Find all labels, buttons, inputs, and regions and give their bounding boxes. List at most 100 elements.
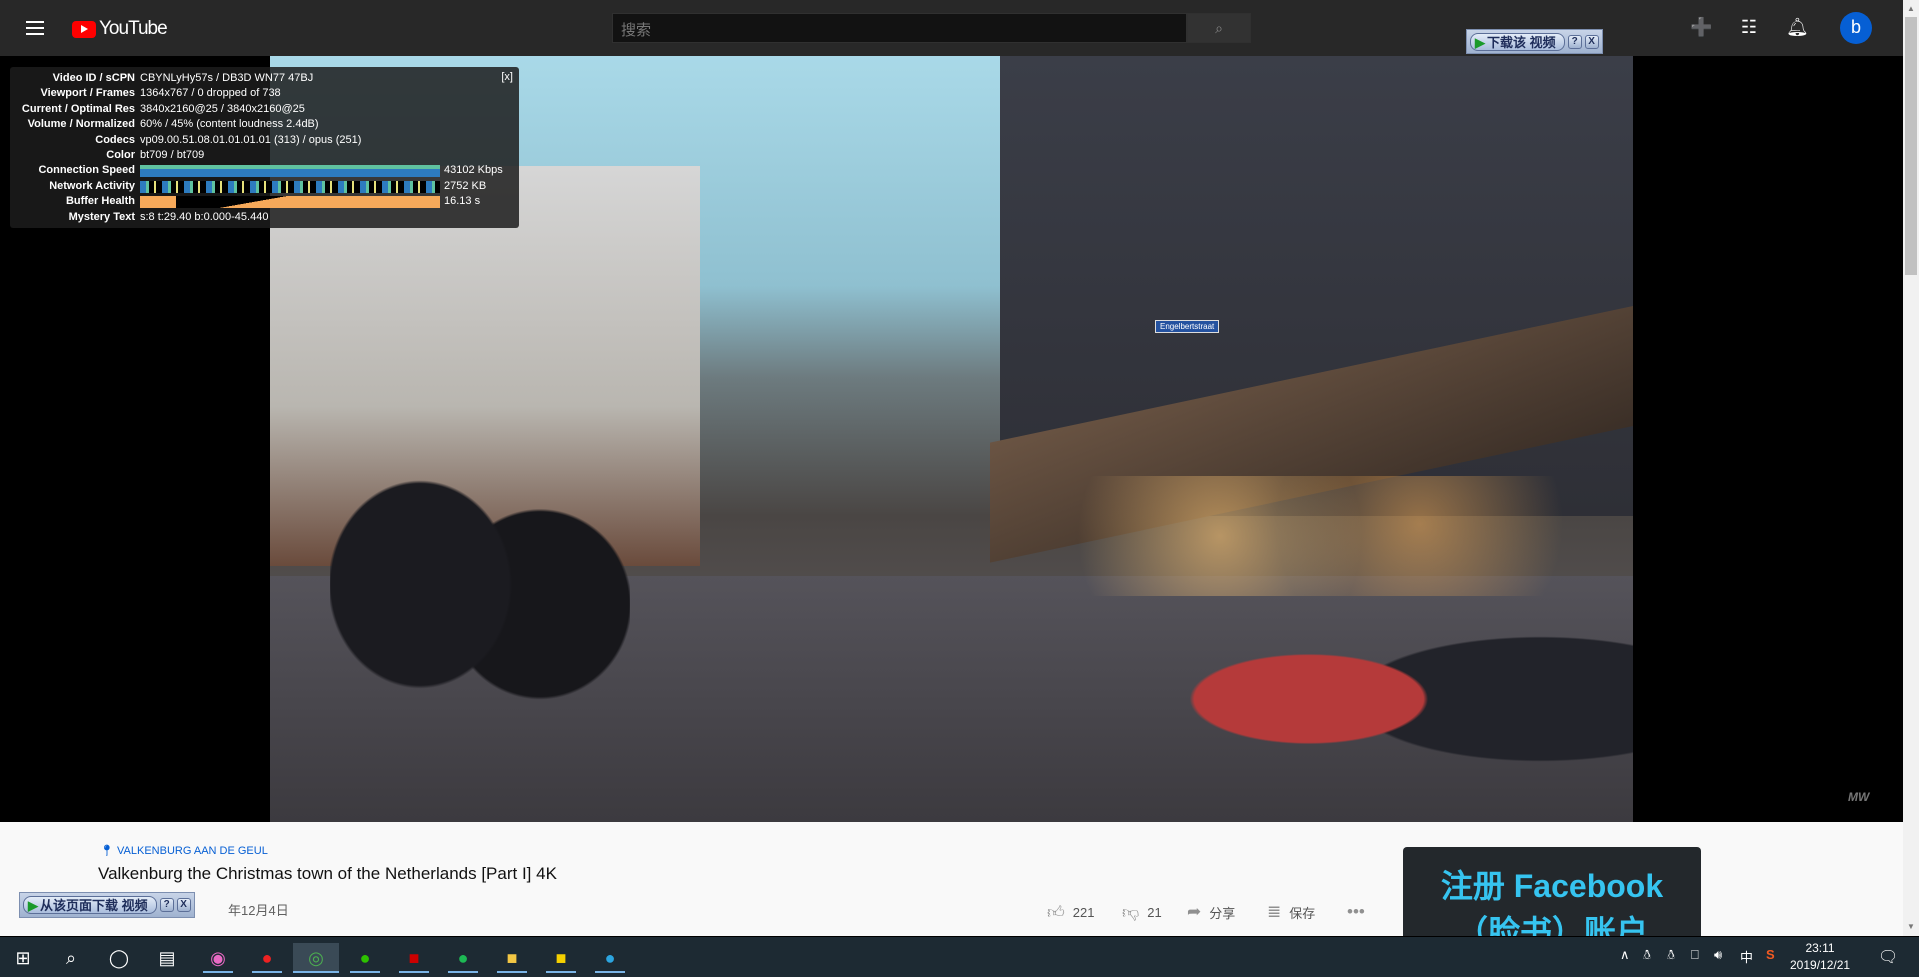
more-actions-button[interactable]: ••• bbox=[1347, 902, 1365, 922]
app-picture-icon[interactable]: ◉ bbox=[203, 943, 233, 973]
ime-indicator[interactable]: 中 bbox=[1740, 947, 1753, 966]
dislike-count: 21 bbox=[1147, 905, 1162, 920]
stat-label: Codecs bbox=[95, 133, 135, 146]
stats-close-button[interactable]: [x] bbox=[501, 71, 513, 83]
help-button[interactable]: ? bbox=[1567, 34, 1582, 49]
save-label: 保存 bbox=[1289, 905, 1316, 921]
dislike-button[interactable]: 👎︎ 21 bbox=[1122, 902, 1162, 923]
ad-line2: （脸书）账户 bbox=[1455, 914, 1648, 936]
volume-icon[interactable]: 🔊︎ bbox=[1714, 947, 1722, 963]
clock-date: 2019/12/21 bbox=[1790, 958, 1851, 972]
stat-value: vp09.00.51.08.01.01.01.01 (313) / opus (… bbox=[140, 133, 362, 146]
stat-label: Video ID / sCPN bbox=[52, 72, 135, 84]
buffer-health-graph bbox=[140, 196, 440, 209]
sogou-input-icon[interactable]: S bbox=[1766, 947, 1775, 962]
thumbs-down-icon: 👎︎ bbox=[1122, 903, 1140, 922]
scrollbar-thumb[interactable] bbox=[1905, 17, 1917, 275]
windows-start-icon[interactable]: ⊞ bbox=[8, 943, 38, 973]
download-page-video-button[interactable]: 从该页面下载 视频 bbox=[23, 896, 157, 914]
close-button[interactable]: X bbox=[1584, 34, 1599, 49]
youtube-play-icon bbox=[72, 20, 96, 38]
share-label: 分享 bbox=[1209, 905, 1236, 921]
logo-text: YouTube bbox=[99, 18, 168, 39]
help-button[interactable]: ? bbox=[159, 898, 174, 912]
apps-grid-icon[interactable]: ☷ bbox=[1738, 17, 1760, 39]
youtube-logo[interactable]: YouTube bbox=[72, 18, 168, 40]
download-video-button[interactable]: 下载该 视频 bbox=[1470, 32, 1565, 51]
stat-value: 2752 KB bbox=[444, 179, 487, 192]
stat-value: 1364x767 / 0 dropped of 738 bbox=[140, 87, 281, 100]
location-pin-icon: 📍︎ bbox=[100, 845, 118, 857]
avatar[interactable]: b bbox=[1840, 12, 1872, 44]
stat-label: Mystery Text bbox=[68, 210, 135, 223]
create-video-icon[interactable]: ➕ bbox=[1690, 17, 1712, 39]
location-link[interactable]: 📍︎ VALKENBURG AAN DE GEUL bbox=[100, 844, 268, 857]
add-to-playlist-icon: ≣ bbox=[1267, 902, 1282, 921]
video-title: Valkenburg the Christmas town of the Net… bbox=[98, 864, 557, 883]
stat-value: 60% / 45% (content loudness 2.4dB) bbox=[140, 118, 319, 131]
stat-value: 16.13 s bbox=[444, 195, 481, 208]
action-center-icon[interactable]: 🗨︎ bbox=[1878, 947, 1898, 967]
telegram-icon[interactable]: ● bbox=[595, 943, 625, 973]
clock-time: 23:11 bbox=[1805, 941, 1835, 955]
close-button[interactable]: X bbox=[176, 898, 191, 912]
file-explorer-icon[interactable]: ■ bbox=[497, 943, 527, 973]
wechat-icon[interactable]: ● bbox=[350, 943, 380, 973]
stat-label: Buffer Health bbox=[65, 195, 135, 208]
thumbs-up-icon: 👍︎ bbox=[1047, 903, 1065, 922]
search-icon: ⌕ bbox=[1215, 20, 1223, 36]
like-count: 221 bbox=[1072, 905, 1095, 920]
search-icon[interactable]: ⌕ bbox=[56, 943, 86, 973]
stat-value: CBYNLyHy57s / DB3D WN77 47BJ bbox=[140, 72, 314, 84]
stat-value: s:8 t:29.40 b:0.000-45.440 bbox=[140, 210, 269, 223]
watermark: MW bbox=[1848, 790, 1870, 804]
more-dots-icon: ••• bbox=[1347, 902, 1365, 921]
network-icon[interactable]: ⎕ bbox=[1691, 947, 1699, 963]
network-activity-graph bbox=[140, 180, 440, 193]
save-button[interactable]: ≣ 保存 bbox=[1267, 902, 1315, 922]
diners bbox=[1170, 576, 1633, 822]
stat-label: Volume / Normalized bbox=[27, 118, 135, 131]
stat-label: Current / Optimal Res bbox=[21, 102, 135, 115]
filezilla-icon[interactable]: ■ bbox=[399, 943, 429, 973]
scroll-down-arrow-icon[interactable]: ▼ bbox=[1907, 922, 1915, 931]
notifications-bell-icon[interactable]: 🔔︎ bbox=[1786, 17, 1809, 39]
tray-expand-icon[interactable]: ∧ bbox=[1620, 947, 1630, 963]
stat-value: bt709 / bt709 bbox=[140, 148, 205, 161]
qq-icon[interactable]: 🐧︎ bbox=[1643, 947, 1651, 964]
qq-icon-2[interactable]: 🐧︎ bbox=[1667, 947, 1675, 964]
task-view-icon[interactable]: ▤ bbox=[152, 943, 182, 973]
facebook-ad[interactable]: 注册 Facebook （脸书）账户 bbox=[1403, 847, 1701, 936]
spotify-icon[interactable]: ● bbox=[448, 943, 478, 973]
player-icon[interactable]: ■ bbox=[546, 943, 576, 973]
stat-label: Color bbox=[106, 148, 135, 161]
share-button[interactable]: ➦ 分享 bbox=[1187, 902, 1235, 922]
share-arrow-icon: ➦ bbox=[1187, 902, 1202, 921]
stats-for-nerds-panel: [x] Video ID / sCPN CBYNLyHy57s / DB3D WN… bbox=[10, 67, 519, 228]
search-button[interactable]: ⌕ bbox=[1187, 13, 1251, 43]
publish-date: 年12月4日 bbox=[228, 903, 289, 918]
menu-icon[interactable] bbox=[26, 21, 44, 35]
stat-label: Network Activity bbox=[49, 179, 135, 192]
page-scrollbar[interactable]: ▲ ▼ bbox=[1903, 0, 1919, 936]
netease-music-icon[interactable]: ● bbox=[252, 943, 282, 973]
stat-label: Viewport / Frames bbox=[40, 87, 135, 100]
stat-value: 43102 Kbps bbox=[444, 164, 503, 177]
windows-taskbar: ⊞ ⌕ ◯ ▤ ◉ ● ◎ ● ■ ● ■ ■ ● ∧ 🐧︎ 🐧︎ ⎕ 🔊︎ 中… bbox=[0, 936, 1919, 977]
pedestrians bbox=[330, 426, 630, 822]
like-button[interactable]: 👍︎ 221 bbox=[1047, 902, 1094, 923]
ad-line1: 注册 Facebook bbox=[1440, 868, 1664, 904]
location-text: VALKENBURG AAN DE GEUL bbox=[117, 845, 268, 857]
top-header: YouTube 搜索 ⌕ ➕ ☷ 🔔︎ b bbox=[0, 0, 1903, 56]
street-sign: Engelbertstraat bbox=[1155, 320, 1220, 333]
stat-label: Connection Speed bbox=[38, 164, 135, 177]
scroll-up-arrow-icon[interactable]: ▲ bbox=[1907, 4, 1915, 13]
cortana-circle-icon[interactable]: ◯ bbox=[104, 943, 134, 973]
search-input[interactable]: 搜索 bbox=[612, 13, 1187, 43]
stat-value: 3840x2160@25 / 3840x2160@25 bbox=[140, 102, 305, 115]
taskbar-clock[interactable]: 23:11 2019/12/21 bbox=[1790, 940, 1850, 974]
connection-speed-graph bbox=[140, 165, 440, 178]
download-video-widget-top: 下载该 视频 ? X bbox=[1466, 29, 1603, 54]
download-video-widget-bottom: 从该页面下载 视频 ? X bbox=[19, 892, 195, 918]
chrome-icon[interactable]: ◎ bbox=[293, 943, 339, 973]
